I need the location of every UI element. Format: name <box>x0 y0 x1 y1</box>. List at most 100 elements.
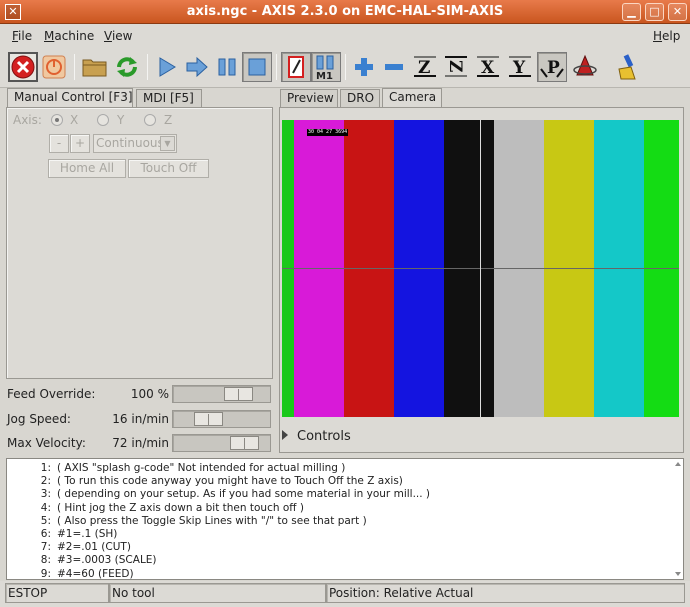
open-file-button[interactable] <box>80 52 110 82</box>
view-y-button[interactable]: Y <box>505 52 535 82</box>
jog-minus-button[interactable]: - <box>49 134 69 153</box>
line-number: 8: <box>40 554 51 567</box>
line-text: #1=.1 (SH) <box>57 528 118 540</box>
status-machine-state: ESTOP <box>5 583 109 603</box>
zoom-in-button[interactable] <box>349 52 379 82</box>
home-all-button[interactable]: Home All <box>48 159 126 178</box>
code-line[interactable]: 5: ( Also press the Toggle Skip Lines wit… <box>7 515 677 528</box>
block-delete-toggle[interactable] <box>281 52 311 82</box>
code-line[interactable]: 7: #2=.01 (CUT) <box>7 541 677 554</box>
view-y-icon: Y <box>509 56 531 78</box>
title-bar: ✕ axis.ngc - AXIS 2.3.0 on EMC-HAL-SIM-A… <box>0 0 690 24</box>
run-button[interactable] <box>152 52 182 82</box>
code-line[interactable]: 6: #1=.1 (SH) <box>7 528 677 541</box>
tab-mdi[interactable]: MDI [F5] <box>136 89 202 107</box>
axis-z-radio[interactable] <box>144 114 156 126</box>
code-line[interactable]: 8: #3=.0003 (SCALE) <box>7 554 677 567</box>
stop-button[interactable] <box>242 52 272 82</box>
camera-view[interactable]: 30 04 27 3694 <box>282 120 679 417</box>
axis-z-label: Z <box>164 113 173 127</box>
toolbar-separator <box>345 54 346 80</box>
toolbar-separator <box>74 54 75 80</box>
rotate-view-button[interactable] <box>570 52 600 82</box>
jog-speed-slider[interactable] <box>172 410 271 428</box>
pause-button[interactable] <box>212 52 242 82</box>
jog-speed-label: Jog Speed: <box>7 412 71 426</box>
line-text: ( AXIS "splash g-code" Not intended for … <box>57 462 346 474</box>
feed-override-value: 100 % <box>130 387 169 401</box>
code-line[interactable]: 1: ( AXIS "splash g-code" Not intended fo… <box>7 462 677 475</box>
max-velocity-slider[interactable] <box>172 434 271 452</box>
status-tool: No tool <box>109 583 326 603</box>
line-number: 4: <box>40 501 51 514</box>
slider-thumb[interactable] <box>224 387 253 401</box>
jog-increment-select[interactable]: Continuous ▼ <box>93 134 177 153</box>
view-x-button[interactable]: X <box>473 52 503 82</box>
window-title: axis.ngc - AXIS 2.3.0 on EMC-HAL-SIM-AXI… <box>186 4 504 19</box>
plus-icon <box>355 58 373 76</box>
minus-icon <box>385 64 403 70</box>
view-z-rotated-button[interactable]: Z <box>441 52 471 82</box>
line-number: 2: <box>40 475 51 488</box>
clear-live-plot-button[interactable] <box>613 52 643 82</box>
view-x-icon: X <box>477 56 499 78</box>
feed-override-label: Feed Override: <box>7 387 96 401</box>
stop-icon <box>248 58 266 76</box>
toolbar-separator <box>147 54 148 80</box>
optional-stop-toggle[interactable]: M1 <box>311 52 341 82</box>
estop-button[interactable] <box>8 52 38 82</box>
jog-plus-button[interactable]: + <box>70 134 90 153</box>
line-number: 6: <box>40 528 51 540</box>
reload-button[interactable] <box>112 52 142 82</box>
view-perspective-button[interactable]: P <box>537 52 567 82</box>
line-text: ( depending on your setup. As if you had… <box>57 488 431 501</box>
tab-preview[interactable]: Preview <box>280 89 338 107</box>
step-icon <box>186 56 208 78</box>
line-text: #2=.01 (CUT) <box>57 541 131 554</box>
menu-help[interactable]: Help <box>653 29 680 43</box>
step-button[interactable] <box>182 52 212 82</box>
maximize-button[interactable]: □ <box>645 3 664 21</box>
code-line[interactable]: 3: ( depending on your setup. As if you h… <box>7 488 677 501</box>
crosshair-vertical <box>480 120 481 417</box>
tab-manual-control[interactable]: Manual Control [F3] <box>7 88 133 107</box>
gcode-listing[interactable]: 1: ( AXIS "splash g-code" Not intended fo… <box>6 458 684 580</box>
estop-icon <box>11 55 35 79</box>
expander-triangle-icon <box>282 430 288 440</box>
touch-off-button[interactable]: Touch Off <box>128 159 209 178</box>
tab-camera[interactable]: Camera <box>382 88 442 107</box>
max-velocity-value: 72 in/min <box>112 436 169 450</box>
chevron-down-icon: ▼ <box>160 136 175 151</box>
menu-machine[interactable]: Machine <box>44 29 94 43</box>
line-text: #3=.0003 (SCALE) <box>57 554 157 567</box>
jog-increment-value: Continuous <box>96 136 164 150</box>
code-line[interactable]: 9: #4=60 (FEED) <box>7 568 677 579</box>
close-window-button[interactable]: ✕ <box>668 3 687 21</box>
toolbar-separator <box>276 54 277 80</box>
axis-label: Axis: <box>13 113 42 127</box>
axis-x-radio[interactable] <box>51 114 63 126</box>
zoom-out-button[interactable] <box>379 52 409 82</box>
svg-text:M1: M1 <box>316 71 333 80</box>
menu-view[interactable]: View <box>104 29 132 43</box>
svg-text:Z: Z <box>445 60 465 72</box>
slider-thumb[interactable] <box>230 436 259 450</box>
view-z-button[interactable]: Z <box>410 52 440 82</box>
code-line[interactable]: 2: ( To run this code anyway you might ha… <box>7 475 677 488</box>
line-number: 3: <box>40 488 51 501</box>
line-text: ( Also press the Toggle Skip Lines with … <box>57 514 367 527</box>
code-line[interactable]: 4: ( Hint jog the Z axis down a bit then … <box>7 502 677 515</box>
reload-icon <box>117 57 137 77</box>
power-icon <box>42 55 66 79</box>
line-text: ( To run this code anyway you might have… <box>57 475 403 488</box>
jog-speed-value: 16 in/min <box>112 412 169 426</box>
feed-override-slider[interactable] <box>172 385 271 403</box>
camera-controls-expander[interactable]: Controls <box>282 429 351 444</box>
slider-thumb[interactable] <box>194 412 223 426</box>
machine-power-button[interactable] <box>39 52 69 82</box>
axis-y-radio[interactable] <box>97 114 109 126</box>
minimize-button[interactable]: ▁ <box>622 3 641 21</box>
menu-file[interactable]: File <box>12 29 32 43</box>
tab-dro[interactable]: DRO <box>340 89 380 107</box>
camera-overlay-label: 30 04 27 3694 <box>307 129 349 136</box>
